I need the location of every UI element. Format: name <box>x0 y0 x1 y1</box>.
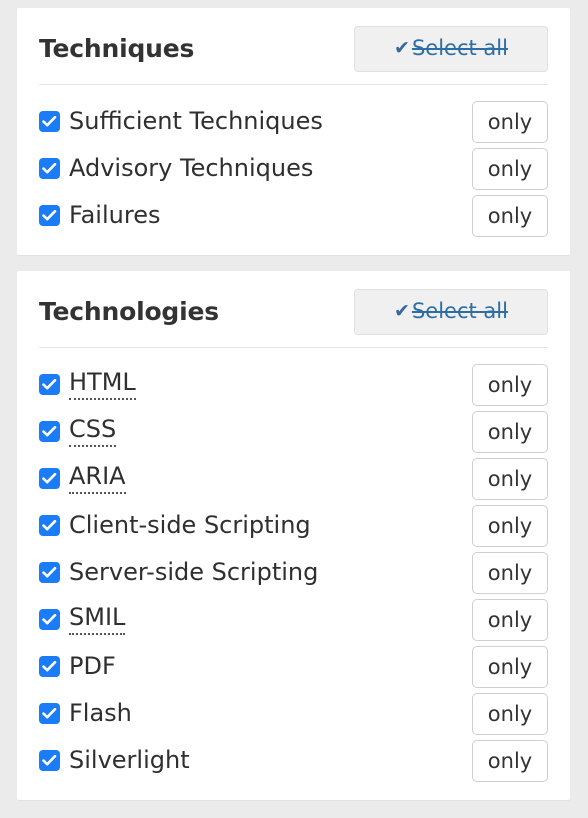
filter-label[interactable]: Sufficient Techniques <box>69 107 323 136</box>
select-all-button[interactable]: ✔ Select all <box>354 289 548 335</box>
filter-checkbox-group: Flash <box>39 699 132 728</box>
filter-checkbox-group: ARIA <box>39 463 126 494</box>
only-button[interactable]: only <box>472 692 548 735</box>
panel-header: Techniques ✔ Select all <box>39 8 548 85</box>
filter-label[interactable]: ARIA <box>69 463 126 494</box>
only-button[interactable]: only <box>472 100 548 143</box>
list-item: Advisory Techniques only <box>39 145 548 192</box>
page-title: Techniques <box>39 34 195 64</box>
checkbox-server-side-scripting[interactable] <box>39 562 60 583</box>
filter-label[interactable]: SMIL <box>69 604 126 635</box>
list-item: CSS only <box>39 408 548 455</box>
filter-label[interactable]: Flash <box>69 699 132 728</box>
filter-checkbox-group: SMIL <box>39 604 126 635</box>
only-button[interactable]: only <box>472 194 548 237</box>
list-item: Failures only <box>39 192 548 239</box>
list-item: Flash only <box>39 690 548 737</box>
filter-label[interactable]: HTML <box>69 369 136 400</box>
filter-checkbox-group: CSS <box>39 416 117 447</box>
filter-checkbox-group: Client-side Scripting <box>39 511 311 540</box>
filter-label[interactable]: Advisory Techniques <box>69 154 313 183</box>
only-button[interactable]: only <box>472 739 548 782</box>
list-item: Sufficient Techniques only <box>39 98 548 145</box>
filter-label[interactable]: Client-side Scripting <box>69 511 311 540</box>
filter-label[interactable]: Silverlight <box>69 746 190 775</box>
checkbox-sufficient-techniques[interactable] <box>39 111 60 132</box>
panel-body: Sufficient Techniques only Advisory Tech… <box>39 85 548 255</box>
filter-checkbox-group: PDF <box>39 652 116 681</box>
select-all-label: Select all <box>411 299 508 323</box>
filter-checkbox-group: Silverlight <box>39 746 190 775</box>
only-button[interactable]: only <box>472 147 548 190</box>
checkbox-pdf[interactable] <box>39 656 60 677</box>
filters-page: Techniques ✔ Select all Sufficient Techn… <box>0 0 588 818</box>
list-item: PDF only <box>39 643 548 690</box>
list-item: Client-side Scripting only <box>39 502 548 549</box>
only-button[interactable]: only <box>472 551 548 594</box>
checkbox-advisory-techniques[interactable] <box>39 158 60 179</box>
filter-label[interactable]: Failures <box>69 201 160 230</box>
filter-label[interactable]: CSS <box>69 416 117 447</box>
checkbox-flash[interactable] <box>39 703 60 724</box>
checkbox-css[interactable] <box>39 421 60 442</box>
panel-header: Technologies ✔ Select all <box>39 271 548 348</box>
list-item: Server-side Scripting only <box>39 549 548 596</box>
filter-checkbox-group: Sufficient Techniques <box>39 107 323 136</box>
only-button[interactable]: only <box>472 645 548 688</box>
filter-checkbox-group: Advisory Techniques <box>39 154 313 183</box>
filter-checkbox-group: Server-side Scripting <box>39 558 318 587</box>
select-all-button[interactable]: ✔ Select all <box>354 26 548 72</box>
list-item: ARIA only <box>39 455 548 502</box>
only-button[interactable]: only <box>472 410 548 453</box>
filter-label[interactable]: PDF <box>69 652 116 681</box>
only-button[interactable]: only <box>472 363 548 406</box>
filter-checkbox-group: Failures <box>39 201 160 230</box>
checkbox-html[interactable] <box>39 374 60 395</box>
only-button[interactable]: only <box>472 504 548 547</box>
list-item: SMIL only <box>39 596 548 643</box>
only-button[interactable]: only <box>472 457 548 500</box>
check-icon: ✔ <box>394 37 410 59</box>
list-item: HTML only <box>39 361 548 408</box>
filter-checkbox-group: HTML <box>39 369 136 400</box>
checkbox-silverlight[interactable] <box>39 750 60 771</box>
panel-technologies: Technologies ✔ Select all HTML only CSS … <box>17 271 570 800</box>
list-item: Silverlight only <box>39 737 548 784</box>
checkbox-aria[interactable] <box>39 468 60 489</box>
checkbox-client-side-scripting[interactable] <box>39 515 60 536</box>
filter-label[interactable]: Server-side Scripting <box>69 558 318 587</box>
page-title: Technologies <box>39 297 219 327</box>
panel-techniques: Techniques ✔ Select all Sufficient Techn… <box>17 8 570 255</box>
check-icon: ✔ <box>394 300 410 322</box>
only-button[interactable]: only <box>472 598 548 641</box>
select-all-label: Select all <box>411 36 508 60</box>
checkbox-smil[interactable] <box>39 609 60 630</box>
checkbox-failures[interactable] <box>39 205 60 226</box>
panel-body: HTML only CSS only ARIA only Client-side… <box>39 348 548 800</box>
